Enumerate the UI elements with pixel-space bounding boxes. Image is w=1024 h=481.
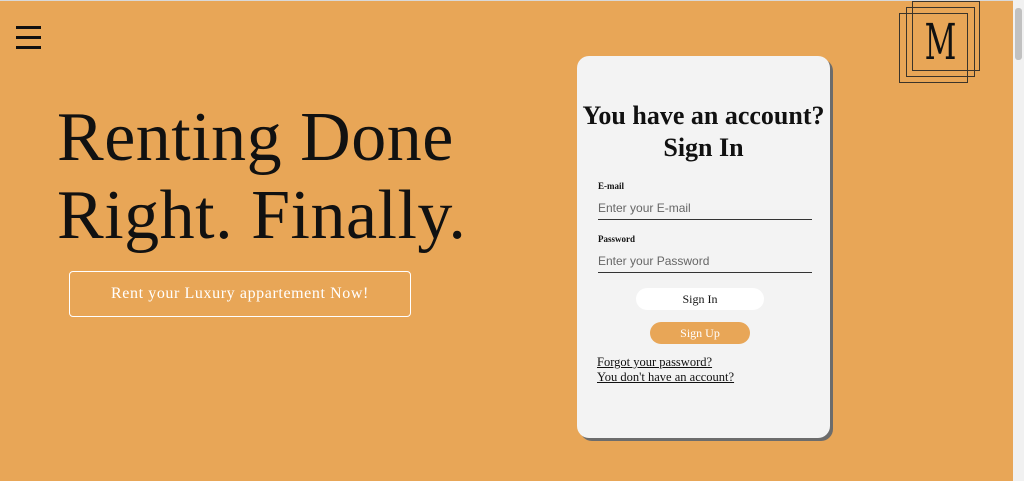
email-field[interactable] — [598, 196, 812, 220]
sign-in-button[interactable]: Sign In — [636, 288, 764, 310]
logo[interactable]: M — [897, 1, 983, 87]
hero-title-line-2: Right. Finally. — [57, 177, 467, 254]
sign-up-button[interactable]: Sign Up — [650, 322, 750, 344]
email-label: E-mail — [598, 181, 624, 191]
sign-in-card: You have an account? Sign In E-mail Pass… — [577, 56, 830, 438]
forgot-password-link[interactable]: Forgot your password? — [597, 355, 712, 370]
rent-now-button[interactable]: Rent your Luxury appartement Now! — [69, 271, 411, 317]
password-field[interactable] — [598, 249, 812, 273]
hamburger-menu-icon[interactable] — [16, 26, 41, 50]
vertical-scrollbar[interactable] — [1013, 0, 1024, 481]
hero-title-line-1: Renting Done — [57, 99, 454, 176]
page: M Renting Done Right. Finally. Rent your… — [0, 0, 1013, 481]
sign-in-title: You have an account? Sign In — [582, 101, 825, 162]
password-label: Password — [598, 234, 636, 244]
scrollbar-thumb[interactable] — [1015, 8, 1022, 60]
logo-letter: M — [924, 13, 957, 71]
no-account-link[interactable]: You don't have an account? — [597, 370, 734, 385]
hero-title: Renting Done Right. Finally. — [57, 99, 577, 255]
